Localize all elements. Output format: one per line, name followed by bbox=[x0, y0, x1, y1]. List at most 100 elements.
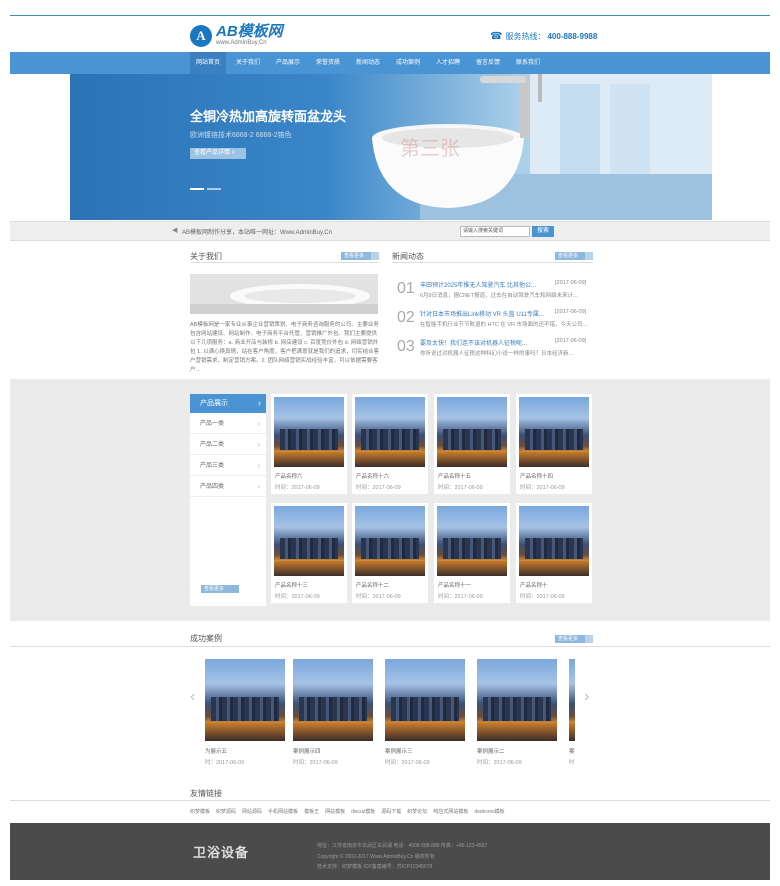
case-time: 时间：2017-06-09 bbox=[385, 760, 430, 766]
banner-dot[interactable] bbox=[207, 188, 221, 190]
products-more-button[interactable]: 查看更多 bbox=[201, 585, 239, 593]
news-link[interactable]: 丰田预计2025年推无人驾驶汽车 比其他公... bbox=[420, 280, 550, 289]
friend-link[interactable]: 网站源码 bbox=[242, 808, 262, 815]
nav-item-news[interactable]: 新闻动态 bbox=[350, 52, 386, 74]
news-more-button[interactable]: 查看更多 bbox=[555, 252, 593, 260]
about-image bbox=[190, 274, 378, 314]
banner-dot[interactable] bbox=[190, 188, 204, 190]
case-image[interactable] bbox=[569, 659, 575, 741]
nav-item-home[interactable]: 网站首页 bbox=[190, 52, 226, 74]
product-name[interactable]: 产品名称十一 bbox=[438, 581, 471, 589]
friend-link[interactable]: 手机网站模板 bbox=[268, 808, 298, 815]
notice-bar bbox=[10, 221, 770, 241]
case-time: 时间：2017-06-09 bbox=[293, 760, 338, 766]
news-link[interactable]: 要及太快！我们连不该对机器人征税呢... bbox=[420, 338, 550, 347]
product-image[interactable] bbox=[437, 506, 507, 576]
case-time: 时：2017-06-09 bbox=[205, 760, 245, 766]
product-card[interactable]: 产品名称十二 时间：2017-06-09 bbox=[352, 503, 428, 603]
case-name[interactable]: 案例展示二 bbox=[477, 747, 505, 755]
product-card[interactable]: 产品名称十四 时间：2017-06-09 bbox=[516, 394, 592, 494]
nav-item-cases[interactable]: 成功案例 bbox=[390, 52, 426, 74]
friend-link[interactable]: 网站模板 bbox=[325, 808, 345, 815]
category-sidebar: 产品展示 › 产品一类 › 产品二类 › 产品三类 › 产品四类 › 查看更多 bbox=[190, 394, 266, 606]
banner-pagination[interactable] bbox=[190, 188, 224, 190]
hotline: ☎ 服务热线： 400-888-9988 bbox=[490, 31, 597, 42]
product-image[interactable] bbox=[519, 506, 589, 576]
case-name[interactable]: 案 bbox=[569, 747, 575, 755]
category-item[interactable]: 产品一类 › bbox=[190, 414, 266, 434]
product-name[interactable]: 产品名称十四 bbox=[520, 472, 553, 480]
product-image[interactable] bbox=[355, 506, 425, 576]
case-name[interactable]: 为展示五 bbox=[205, 747, 227, 755]
top-divider bbox=[10, 15, 770, 16]
banner-detail-button[interactable]: 查看产品详情 > bbox=[190, 148, 246, 159]
chevron-right-icon: › bbox=[257, 440, 260, 449]
cases-next-arrow[interactable]: › bbox=[584, 688, 589, 706]
site-logo[interactable]: A AB模板网 www.AdminBuy.Cn bbox=[190, 24, 283, 47]
cases-more-button[interactable]: 查看更多 bbox=[555, 635, 593, 643]
product-card[interactable]: 产品名称十一 时间：2017-06-09 bbox=[434, 503, 510, 603]
category-item-label: 产品一类 bbox=[200, 421, 225, 427]
nav-item-feedback[interactable]: 留言反馈 bbox=[470, 52, 506, 74]
category-header[interactable]: 产品展示 › bbox=[190, 394, 266, 413]
hero-banner[interactable]: 第三张 全铜冷热加高旋转面盆龙头 欧洲镀铬技术6868-2 6868-2铬色 查… bbox=[70, 74, 712, 220]
product-image[interactable] bbox=[519, 397, 589, 467]
product-image[interactable] bbox=[355, 397, 425, 467]
friend-link[interactable]: 响应式网站模板 bbox=[433, 808, 468, 815]
nav-item-jobs[interactable]: 人才招聘 bbox=[430, 52, 466, 74]
case-image[interactable] bbox=[477, 659, 557, 741]
chevron-right-icon: › bbox=[257, 482, 260, 491]
cases-prev-arrow[interactable]: ‹ bbox=[190, 688, 195, 706]
friend-link[interactable]: 织梦模板 bbox=[190, 808, 210, 815]
case-image[interactable] bbox=[293, 659, 373, 741]
friend-link[interactable]: 模板王 bbox=[304, 808, 319, 815]
case-name[interactable]: 案例展示四 bbox=[293, 747, 321, 755]
nav-item-contact[interactable]: 联系我们 bbox=[510, 52, 546, 74]
product-image[interactable] bbox=[274, 397, 344, 467]
news-item[interactable]: 02 针对日本市场推出Link移动 VR 头盔 U11专属... [2017-0… bbox=[397, 307, 593, 332]
friend-link[interactable]: 织梦源码 bbox=[216, 808, 236, 815]
product-name[interactable]: 产品名称十 bbox=[520, 581, 548, 589]
product-card[interactable]: 产品名称十六 时间：2017-06-09 bbox=[352, 394, 428, 494]
category-item[interactable]: 产品二类 › bbox=[190, 435, 266, 455]
product-card[interactable]: 产品名称十 时间：2017-06-09 bbox=[516, 503, 592, 603]
news-item[interactable]: 03 要及太快！我们连不该对机器人征税呢... [2017-06-09] 你听说… bbox=[397, 336, 593, 361]
product-name[interactable]: 产品名称六 bbox=[275, 472, 303, 480]
about-more-button[interactable]: 查看更多 bbox=[341, 252, 379, 260]
search-button[interactable]: 搜索 bbox=[532, 226, 554, 237]
nav-item-about[interactable]: 关于我们 bbox=[230, 52, 266, 74]
cases-title: 成功案例 bbox=[190, 634, 222, 643]
chevron-right-icon: › bbox=[257, 419, 260, 428]
case-image[interactable] bbox=[385, 659, 465, 741]
friend-link[interactable]: discuz模板 bbox=[351, 808, 375, 815]
category-item-label: 产品四类 bbox=[200, 484, 225, 490]
product-image[interactable] bbox=[274, 506, 344, 576]
product-name[interactable]: 产品名称十五 bbox=[438, 472, 471, 480]
category-item-label: 产品二类 bbox=[200, 442, 225, 448]
case-card[interactable]: 案 时 bbox=[569, 657, 575, 767]
case-image[interactable] bbox=[205, 659, 285, 741]
news-item[interactable]: 01 丰田预计2025年推无人驾驶汽车 比其他公... [2017-06-09]… bbox=[397, 278, 593, 303]
product-image[interactable] bbox=[437, 397, 507, 467]
product-name[interactable]: 产品名称十三 bbox=[275, 581, 308, 589]
nav-item-products[interactable]: 产品展示 bbox=[270, 52, 306, 74]
case-card[interactable]: 案例展示四 时间：2017-06-09 bbox=[293, 657, 373, 767]
friend-link[interactable]: 织梦论坛 bbox=[407, 808, 427, 815]
product-name[interactable]: 产品名称十二 bbox=[356, 581, 389, 589]
product-card[interactable]: 产品名称六 时间：2017-06-09 bbox=[271, 394, 347, 494]
category-item[interactable]: 产品四类 › bbox=[190, 477, 266, 497]
friend-link[interactable]: dedecms模板 bbox=[474, 808, 504, 815]
friend-link[interactable]: 源码下载 bbox=[381, 808, 401, 815]
case-card[interactable]: 案例展示三 时间：2017-06-09 bbox=[385, 657, 465, 767]
product-card[interactable]: 产品名称十三 时间：2017-06-09 bbox=[271, 503, 347, 603]
case-card[interactable]: 为展示五 时：2017-06-09 bbox=[205, 657, 285, 767]
product-card[interactable]: 产品名称十五 时间：2017-06-09 bbox=[434, 394, 510, 494]
case-name[interactable]: 案例展示三 bbox=[385, 747, 413, 755]
case-card[interactable]: 案例展示二 时间：2017-06-09 bbox=[477, 657, 557, 767]
product-name[interactable]: 产品名称十六 bbox=[356, 472, 389, 480]
news-link[interactable]: 针对日本市场推出Link移动 VR 头盔 U11专属... bbox=[420, 309, 550, 318]
nav-item-honors[interactable]: 荣誉资质 bbox=[310, 52, 346, 74]
search-input[interactable]: 请输入搜索关键词 bbox=[460, 226, 530, 237]
category-item[interactable]: 产品三类 › bbox=[190, 456, 266, 476]
footer bbox=[10, 823, 770, 880]
